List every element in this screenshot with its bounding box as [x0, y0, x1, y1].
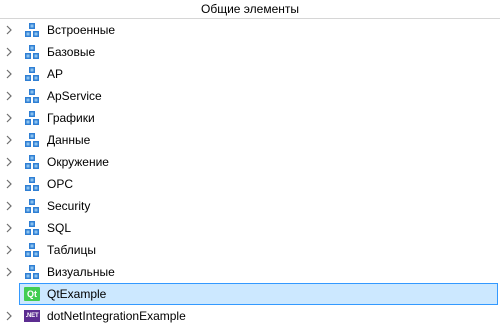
tree-item-label: ApService [47, 89, 102, 103]
tree-item-label: Базовые [47, 45, 96, 59]
chevron-right-icon[interactable] [0, 261, 18, 283]
package-cubes-icon [24, 110, 40, 126]
qt-logo-icon: Qt [24, 286, 40, 302]
tree-item[interactable]: Базовые [0, 41, 500, 63]
tree-item[interactable]: Графики [0, 107, 500, 129]
tree-item[interactable]: ApService [0, 85, 500, 107]
chevron-right-icon[interactable] [0, 19, 18, 41]
package-cubes-icon [24, 44, 40, 60]
tree-view[interactable]: Встроенные Базовые AP ApService Графики Данны… [0, 19, 500, 327]
tree-item[interactable]: AP [0, 63, 500, 85]
tree-item-label: Данные [47, 133, 91, 147]
dotnet-logo-icon: .NET [24, 308, 40, 324]
tree-item[interactable]: Security [0, 195, 500, 217]
chevron-right-icon[interactable] [0, 107, 18, 129]
tree-item-label: Security [47, 199, 91, 213]
tree-item[interactable]: Qt QtExample [19, 283, 498, 305]
tree-item-label: Встроенные [47, 23, 116, 37]
package-cubes-icon [24, 132, 40, 148]
chevron-right-icon[interactable] [0, 129, 18, 151]
column-header[interactable]: Общие элементы [0, 0, 500, 19]
tree-item-label: OPC [47, 177, 74, 191]
package-cubes-icon [24, 66, 40, 82]
tree-item-label: Окружение [47, 155, 109, 169]
tree-item[interactable]: Встроенные [0, 19, 500, 41]
qt-logo-text: Qt [24, 287, 40, 301]
package-cubes-icon [24, 220, 40, 236]
dotnet-logo-text: .NET [24, 310, 40, 322]
tree-item-label: Графики [47, 111, 95, 125]
tree-item-label: Визуальные [47, 265, 115, 279]
package-cubes-icon [24, 176, 40, 192]
chevron-right-icon[interactable] [0, 195, 18, 217]
chevron-right-icon[interactable] [0, 41, 18, 63]
chevron-right-icon[interactable] [0, 151, 18, 173]
tree-item-label: AP [47, 67, 64, 81]
package-cubes-icon [24, 264, 40, 280]
chevron-right-icon[interactable] [0, 217, 18, 239]
package-cubes-icon [24, 22, 40, 38]
chevron-right-icon[interactable] [0, 63, 18, 85]
tree-item[interactable]: SQL [0, 217, 500, 239]
chevron-right-icon[interactable] [0, 305, 18, 327]
chevron-right-icon[interactable] [0, 173, 18, 195]
column-header-title: Общие элементы [201, 2, 299, 16]
package-cubes-icon [24, 88, 40, 104]
tree-item-label: SQL [47, 221, 72, 235]
tree-item[interactable]: Визуальные [0, 261, 500, 283]
tree-item[interactable]: Окружение [0, 151, 500, 173]
package-cubes-icon [24, 154, 40, 170]
package-cubes-icon [24, 242, 40, 258]
tree-item-label: QtExample [47, 287, 107, 301]
tree-item[interactable]: Данные [0, 129, 500, 151]
tree-item[interactable]: .NET dotNetIntegrationExample [0, 305, 500, 327]
tree-item-label: dotNetIntegrationExample [47, 309, 186, 323]
tree-item[interactable]: OPC [0, 173, 500, 195]
package-cubes-icon [24, 198, 40, 214]
tree-item[interactable]: Таблицы [0, 239, 500, 261]
chevron-right-icon[interactable] [0, 85, 18, 107]
tree-item-label: Таблицы [47, 243, 97, 257]
chevron-right-icon[interactable] [0, 239, 18, 261]
